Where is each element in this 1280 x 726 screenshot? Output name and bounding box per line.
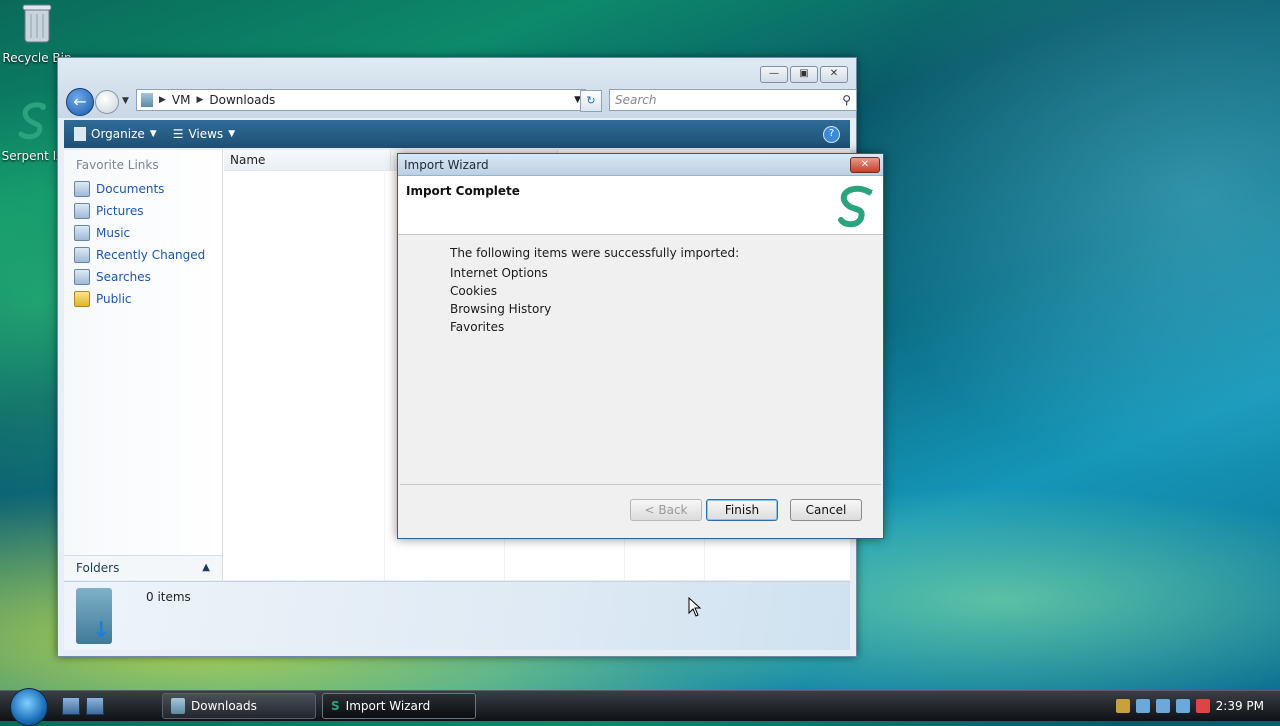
breadcrumb-vm[interactable]: VM bbox=[172, 93, 191, 107]
organize-button[interactable]: Organize ▼ bbox=[74, 127, 157, 141]
favorite-links-header: Favorite Links bbox=[76, 158, 159, 172]
dialog-body: The following items were successfully im… bbox=[450, 246, 739, 338]
nav-link-music[interactable]: Music bbox=[64, 222, 222, 244]
dialog-heading: Import Complete bbox=[406, 184, 520, 198]
quick-launch bbox=[62, 697, 104, 715]
organize-icon bbox=[74, 127, 86, 141]
dialog-close-button[interactable]: ✕ bbox=[850, 157, 880, 173]
pictures-icon bbox=[74, 203, 90, 219]
breadcrumb-separator-icon: ▶ bbox=[196, 95, 204, 105]
breadcrumb-separator-icon: ▶ bbox=[159, 95, 166, 105]
dialog-title: Import Wizard bbox=[404, 157, 489, 172]
dialog-header: Import Complete bbox=[398, 176, 883, 235]
download-arrow-icon: ↓ bbox=[92, 618, 111, 643]
nav-link-label: Public bbox=[96, 292, 132, 306]
clock[interactable]: 2:39 PM bbox=[1216, 699, 1264, 713]
column-header-name[interactable]: Name bbox=[224, 150, 391, 170]
folder-icon bbox=[74, 291, 90, 307]
sync-icon[interactable] bbox=[1155, 699, 1170, 713]
taskbar-button-label: Downloads bbox=[191, 699, 257, 713]
folders-toggle[interactable]: Folders ▲ bbox=[64, 555, 222, 579]
folders-label: Folders bbox=[76, 560, 120, 575]
search-icon[interactable]: ⚲ bbox=[842, 93, 851, 107]
minimize-button[interactable]: — bbox=[760, 66, 788, 83]
forward-button[interactable] bbox=[95, 90, 119, 114]
chevron-up-icon: ▲ bbox=[202, 562, 210, 573]
maximize-button[interactable]: ▣ bbox=[790, 66, 818, 83]
close-button[interactable]: ✕ bbox=[820, 66, 848, 83]
documents-icon bbox=[74, 181, 90, 197]
column-divider bbox=[384, 170, 385, 580]
imported-item: Internet Options bbox=[450, 266, 548, 280]
column-header-label: Name bbox=[230, 153, 266, 167]
import-wizard-dialog: Import Wizard ✕ Import Complete The foll… bbox=[397, 153, 884, 539]
nav-link-public[interactable]: Public bbox=[64, 288, 222, 310]
nav-link-label: Documents bbox=[96, 182, 165, 196]
security-shield-icon[interactable] bbox=[1115, 699, 1130, 713]
search-input[interactable]: Search ⚲ bbox=[609, 89, 857, 111]
chevron-down-icon: ▼ bbox=[228, 129, 236, 139]
recycle-bin-icon bbox=[22, 4, 52, 43]
imported-item: Favorites bbox=[450, 320, 505, 334]
network-icon[interactable] bbox=[1135, 699, 1150, 713]
window-chrome: — ▣ ✕ ← ▼ ▶ VM ▶ Downloads ▼ ↻ Search ⚲ bbox=[58, 58, 857, 118]
start-button[interactable] bbox=[10, 688, 48, 726]
desktop-icon-recycle-bin[interactable]: Recycle Bin bbox=[2, 2, 72, 65]
finish-button[interactable]: Finish bbox=[706, 499, 778, 521]
folder-icon bbox=[171, 698, 185, 714]
nav-link-label: Music bbox=[96, 226, 131, 240]
nav-link-label: Recently Changed bbox=[96, 248, 206, 262]
volume-muted-icon[interactable] bbox=[1195, 699, 1210, 713]
views-icon: ☰ bbox=[172, 127, 184, 141]
chevron-down-icon: ▼ bbox=[149, 129, 157, 139]
recent-pages-dropdown[interactable]: ▼ bbox=[122, 96, 129, 106]
details-pane: ↓ 0 items bbox=[64, 581, 850, 650]
taskbar: Downloads S Import Wizard 2:39 PM bbox=[0, 688, 1280, 726]
nav-link-documents[interactable]: Documents bbox=[64, 178, 222, 200]
nav-link-label: Searches bbox=[96, 270, 151, 284]
switch-windows-icon[interactable] bbox=[86, 697, 104, 715]
recently-changed-icon bbox=[74, 247, 90, 263]
views-label: Views bbox=[188, 127, 224, 141]
taskbar-button-label: Import Wizard bbox=[345, 699, 431, 713]
views-button[interactable]: ☰ Views ▼ bbox=[173, 127, 235, 141]
help-button[interactable]: ? bbox=[823, 125, 840, 143]
back-button[interactable]: < Back bbox=[630, 499, 702, 521]
music-icon bbox=[74, 225, 90, 241]
show-desktop-icon[interactable] bbox=[62, 697, 80, 715]
dialog-divider bbox=[400, 484, 881, 485]
serpent-icon bbox=[18, 102, 46, 140]
dialog-intro-text: The following items were successfully im… bbox=[450, 246, 740, 260]
nav-link-recently-changed[interactable]: Recently Changed bbox=[64, 244, 222, 266]
address-bar[interactable]: ▶ VM ▶ Downloads ▼ bbox=[136, 89, 586, 111]
nav-link-label: Pictures bbox=[96, 204, 144, 218]
back-button[interactable]: ← bbox=[66, 88, 94, 116]
search-placeholder: Search bbox=[615, 93, 657, 107]
computer-icon bbox=[141, 93, 153, 107]
back-arrow-icon: ← bbox=[73, 92, 87, 111]
breadcrumb-downloads[interactable]: Downloads bbox=[209, 93, 275, 107]
searches-icon bbox=[74, 269, 90, 285]
command-toolbar: Organize ▼ ☰ Views ▼ ? bbox=[64, 120, 850, 148]
system-tray: 2:39 PM bbox=[1115, 693, 1280, 719]
imported-item: Browsing History bbox=[450, 302, 552, 316]
item-count: 0 items bbox=[146, 590, 191, 604]
cancel-button[interactable]: Cancel bbox=[790, 499, 862, 521]
serpent-icon: S bbox=[331, 699, 340, 713]
dialog-titlebar[interactable]: Import Wizard bbox=[398, 154, 883, 176]
taskbar-button-downloads[interactable]: Downloads bbox=[162, 693, 316, 719]
organize-label: Organize bbox=[91, 127, 145, 141]
nav-link-pictures[interactable]: Pictures bbox=[64, 200, 222, 222]
navigation-pane: Favorite Links Documents Pictures Music … bbox=[64, 150, 223, 580]
nav-link-searches[interactable]: Searches bbox=[64, 266, 222, 288]
refresh-button[interactable]: ↻ bbox=[580, 90, 602, 112]
taskbar-button-import-wizard[interactable]: S Import Wizard bbox=[322, 693, 476, 719]
serpent-logo-icon bbox=[838, 185, 873, 228]
imported-item: Cookies bbox=[450, 284, 497, 298]
mouse-cursor-icon bbox=[688, 597, 702, 617]
network-connection-icon[interactable] bbox=[1175, 699, 1190, 713]
caption-buttons: — ▣ ✕ bbox=[760, 66, 848, 83]
